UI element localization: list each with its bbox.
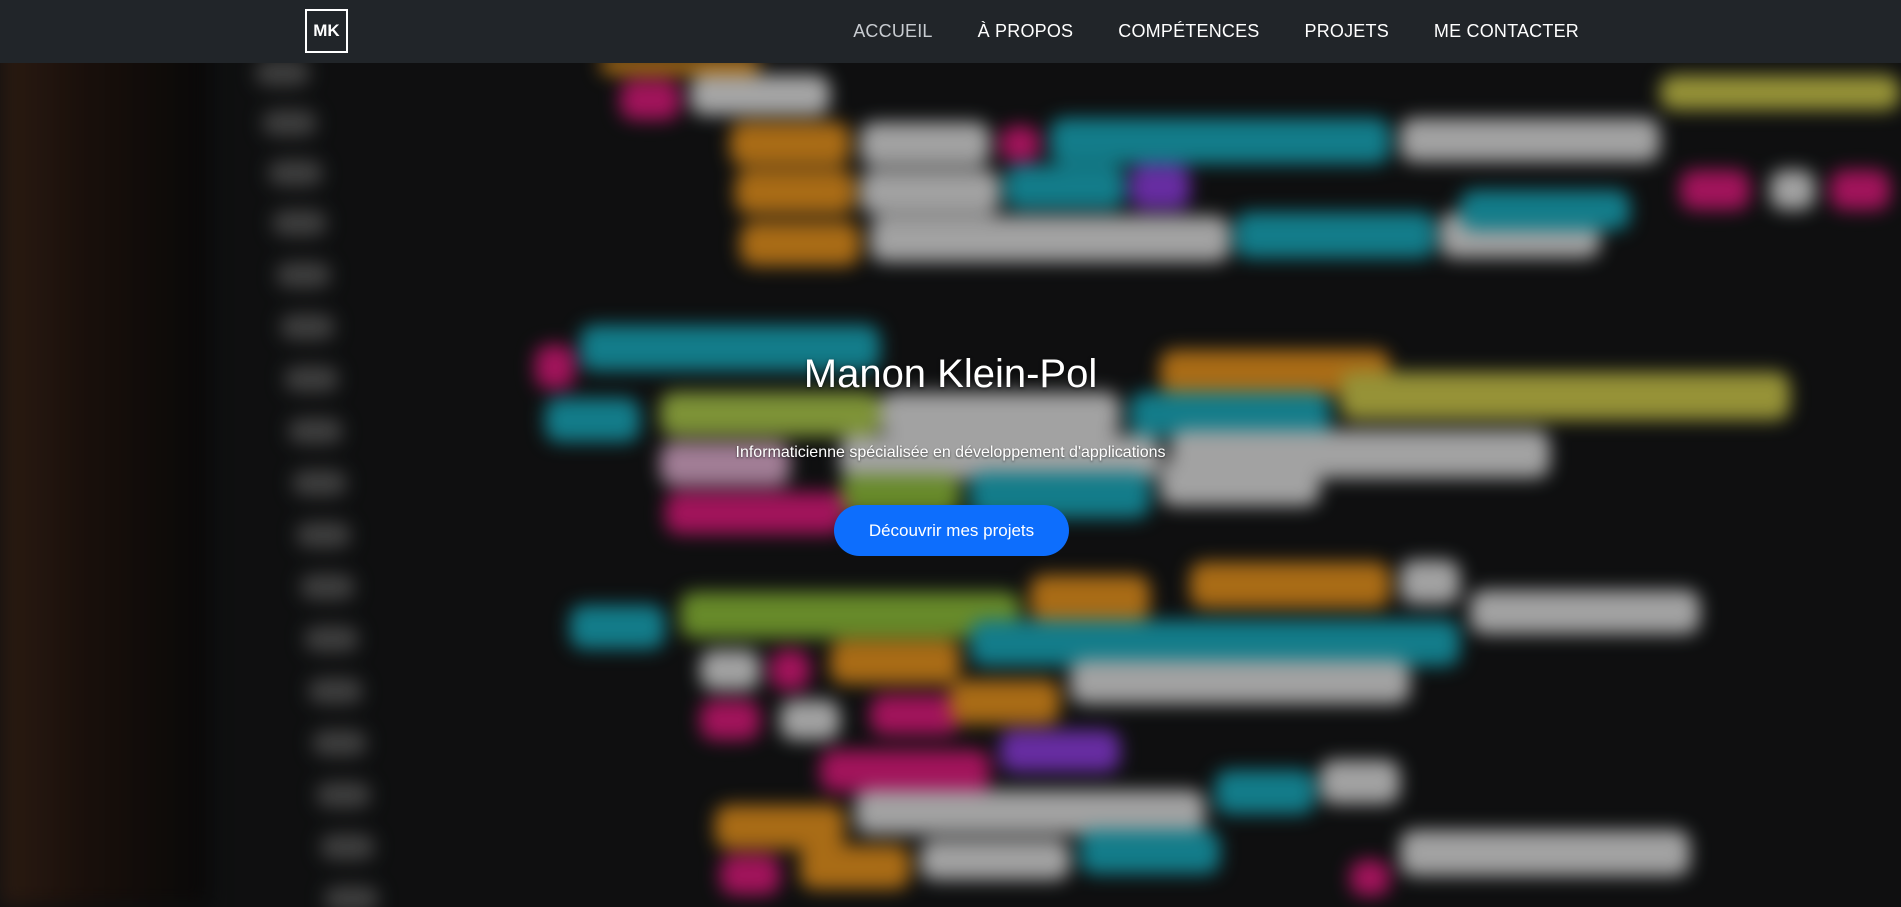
nav-item-a-propos[interactable]: À PROPOS: [978, 21, 1074, 42]
nav-item-projets[interactable]: PROJETS: [1305, 21, 1389, 42]
nav-item-me-contacter[interactable]: ME CONTACTER: [1434, 21, 1579, 42]
hero-subtitle: Informaticienne spécialisée en développe…: [735, 444, 1166, 461]
nav-item-competences[interactable]: COMPÉTENCES: [1118, 21, 1259, 42]
brand-logo[interactable]: MK: [305, 9, 348, 53]
navbar: MK ACCUEIL À PROPOS COMPÉTENCES PROJETS …: [0, 0, 1901, 63]
hero-section: Manon Klein-Pol Informaticienne spéciali…: [0, 0, 1901, 907]
main-nav: ACCUEIL À PROPOS COMPÉTENCES PROJETS ME …: [808, 0, 1579, 63]
hero-title: Manon Klein-Pol: [803, 352, 1098, 396]
nav-item-accueil[interactable]: ACCUEIL: [853, 21, 932, 42]
discover-projects-button[interactable]: Découvrir mes projets: [834, 505, 1069, 556]
